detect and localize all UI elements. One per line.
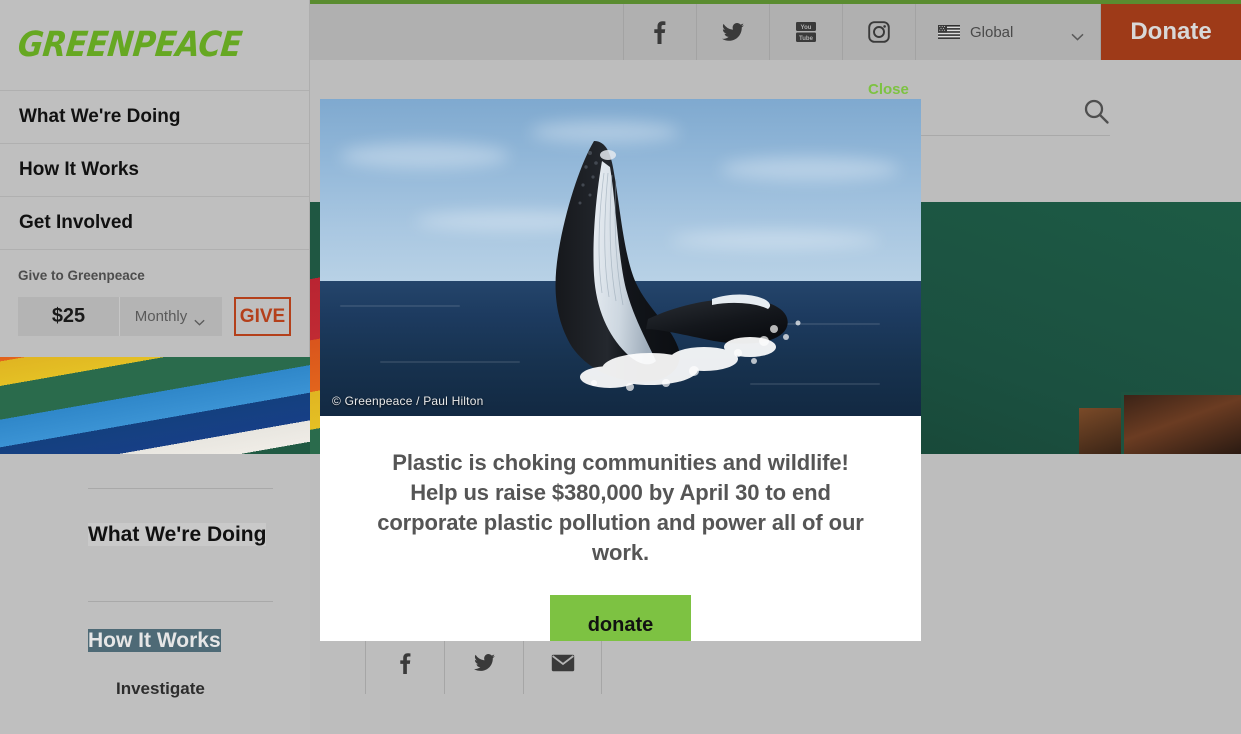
twitter-link[interactable] [696,4,769,60]
sidebar-item-what-were-doing[interactable]: What We're Doing [0,91,309,144]
facebook-share-icon [399,652,411,679]
hull-rust-detail-2 [1079,408,1121,454]
modal-body: Plastic is choking communities and wildl… [320,416,921,641]
twitter-icon [722,22,744,42]
give-row: $25 Monthly GIVE [18,297,291,336]
modal-photo: © Greenpeace / Paul Hilton [320,99,921,416]
page-root: You Tube Global Donate GREENPEACE What W… [0,0,1241,734]
give-widget: Give to Greenpeace $25 Monthly GIVE [0,250,309,336]
link-what-were-doing[interactable]: What We're Doing [88,520,288,550]
hull-rust-detail [1121,392,1241,454]
sea-glint [340,305,460,307]
sidebar-item-label: Get Involved [19,212,134,233]
logo-text: GREENPEACE [15,24,244,66]
youtube-icon: You Tube [796,21,816,43]
instagram-link[interactable] [842,4,915,60]
language-selector[interactable]: Global [915,4,1100,60]
cloud [340,143,510,169]
sidebar-item-label: How It Works [19,159,139,180]
youtube-link[interactable]: You Tube [769,4,842,60]
amount-frequency-group: $25 Monthly [18,297,222,336]
twitter-share-button[interactable] [444,636,523,694]
svg-text:You: You [801,25,812,31]
modal-donate-button[interactable]: donate [550,595,691,641]
link-how-it-works[interactable]: How It Works [88,626,288,656]
link-label: How It Works [88,629,221,652]
sidebar-item-label: What We're Doing [19,106,181,127]
sidebar-lower-region: What We're Doing How It Works Investigat… [0,357,310,734]
give-button[interactable]: GIVE [234,297,291,336]
donation-amount-input[interactable]: $25 [18,297,120,336]
sidebar-hero-stripes [0,357,310,454]
divider [88,601,273,602]
search-icon[interactable] [1083,98,1110,130]
frequency-label: Monthly [134,308,188,325]
sidebar-article-links: What We're Doing How It Works Investigat… [0,454,310,734]
modal-cta-wrap: donate [376,595,865,641]
chevron-down-icon [1071,28,1084,41]
svg-text:Tube: Tube [799,36,814,42]
us-flag-icon [938,25,960,39]
donation-frequency-select[interactable]: Monthly [120,297,222,336]
chevron-down-icon [194,313,207,326]
sidebar-hero-bleed [0,357,310,454]
donation-modal: © Greenpeace / Paul Hilton Plastic is ch… [320,99,921,641]
sidebar-drawer: GREENPEACE What We're Doing How It Works… [0,0,310,734]
give-heading: Give to Greenpeace [18,268,145,283]
donate-button[interactable]: Donate [1100,4,1241,60]
modal-copy: Plastic is choking communities and wildl… [377,450,864,565]
facebook-share-button[interactable] [365,636,444,694]
humpback-whale-illustration [498,133,828,403]
logo[interactable]: GREENPEACE [0,0,309,91]
utility-bar: You Tube Global Donate [310,4,1241,60]
link-label: What We're Doing [88,523,267,546]
email-share-icon [551,654,575,677]
facebook-icon [654,20,666,44]
photo-credit: © Greenpeace / Paul Hilton [332,394,484,408]
facebook-link[interactable] [623,4,696,60]
link-investigate[interactable]: Investigate [116,679,205,699]
sidebar-item-get-involved[interactable]: Get Involved [0,197,309,250]
divider [88,488,273,489]
article-share-bar [365,636,643,694]
language-label: Global [970,23,1014,41]
instagram-icon [868,21,890,43]
modal-close-link[interactable]: Close [868,81,909,98]
twitter-share-icon [473,653,495,677]
sidebar-item-how-it-works[interactable]: How It Works [0,144,309,197]
email-share-button[interactable] [523,636,602,694]
